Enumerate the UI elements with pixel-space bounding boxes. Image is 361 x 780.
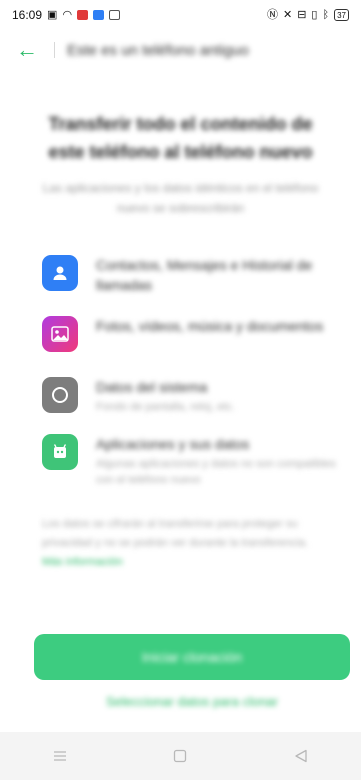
bluetooth-icon: ᛒ bbox=[322, 8, 330, 21]
vibrate-icon: ▯ bbox=[311, 8, 318, 21]
item-label: Fotos, vídeos, música y documentos bbox=[96, 318, 324, 334]
status-right: Ⓝ ✕ ⊟ ▯ ᛒ 37 bbox=[267, 9, 349, 21]
status-time: 16:09 bbox=[12, 8, 43, 22]
contacts-icon bbox=[42, 255, 78, 291]
status-left: 16:09 ▣ ◠ bbox=[12, 8, 121, 22]
item-label: Datos del sistema bbox=[96, 379, 208, 395]
navigation-bar bbox=[0, 732, 361, 780]
page-title: Este es un teléfono antiguo bbox=[67, 41, 249, 59]
message-icon: ▣ bbox=[47, 8, 58, 21]
select-data-link[interactable]: Seleccionar datos para clonar bbox=[34, 690, 350, 714]
gallery-notification-icon bbox=[109, 10, 121, 20]
system-data-icon bbox=[42, 377, 78, 413]
list-item-system: Datos del sistema Fondo de pantalla, rel… bbox=[42, 377, 342, 415]
app-notification-icon bbox=[93, 10, 105, 20]
app-notification-icon bbox=[77, 10, 89, 20]
item-sub: Algunas aplicaciones y datos no son comp… bbox=[96, 458, 336, 486]
main-title: Transferir todo el contenido de este tel… bbox=[48, 114, 313, 162]
battery-icon: 37 bbox=[334, 9, 349, 21]
item-label: Aplicaciones y sus datos bbox=[96, 436, 250, 452]
wifi-icon: ◠ bbox=[62, 8, 73, 21]
item-label: Contactos, Mensajes e Historial de llama… bbox=[96, 257, 313, 293]
back-arrow-icon[interactable]: ← bbox=[16, 39, 38, 61]
list-item-contacts: Contactos, Mensajes e Historial de llama… bbox=[42, 255, 342, 295]
start-clone-label: Iniciar clonación bbox=[141, 649, 243, 665]
list-item-apps: Aplicaciones y sus datos Algunas aplicac… bbox=[42, 434, 342, 488]
privacy-note: Los datos se cifrarán al transferirse pa… bbox=[42, 515, 330, 572]
main-subtitle: Las aplicaciones y los datos idénticos e… bbox=[42, 181, 319, 215]
item-sub: Fondo de pantalla, reloj, etc. bbox=[96, 401, 235, 413]
header: ← Este es un teléfono antiguo bbox=[0, 30, 361, 70]
menu-nav-icon[interactable] bbox=[40, 741, 80, 771]
note-text: Los datos se cifrarán al transferirse pa… bbox=[42, 518, 308, 549]
mute-icon: ✕ bbox=[282, 8, 293, 21]
start-clone-button[interactable]: Iniciar clonación bbox=[34, 634, 350, 680]
list-item-media: Fotos, vídeos, música y documentos bbox=[42, 316, 342, 352]
apps-icon bbox=[42, 434, 78, 470]
car-icon: ⊟ bbox=[297, 8, 307, 21]
header-divider bbox=[54, 42, 55, 58]
gallery-icon bbox=[42, 316, 78, 352]
status-bar: 16:09 ▣ ◠ Ⓝ ✕ ⊟ ▯ ᛒ 37 bbox=[0, 0, 361, 30]
nfc-icon: Ⓝ bbox=[266, 8, 278, 21]
battery-level: 37 bbox=[337, 10, 346, 20]
back-nav-icon[interactable] bbox=[281, 741, 321, 771]
more-info-link[interactable]: Más información bbox=[42, 556, 123, 568]
home-nav-icon[interactable] bbox=[160, 741, 200, 771]
